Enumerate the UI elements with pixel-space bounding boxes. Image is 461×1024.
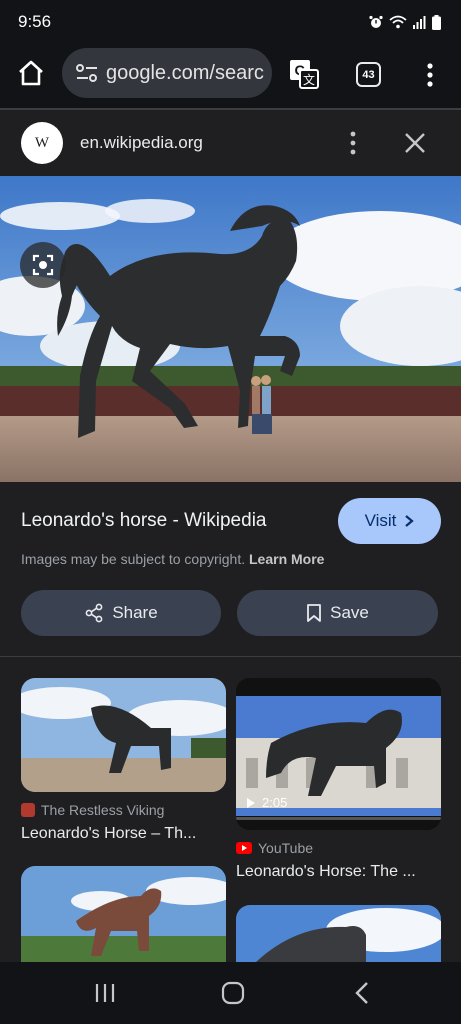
related-image-1[interactable] — [21, 678, 226, 792]
related-image-4[interactable] — [236, 905, 441, 962]
play-icon — [247, 797, 255, 808]
video-duration: 2:05 — [246, 795, 287, 810]
recent-apps-icon[interactable] — [92, 980, 118, 1006]
learn-more-link[interactable]: Learn More — [249, 551, 324, 567]
video-progress-bar — [236, 817, 441, 820]
video-duration-text: 2:05 — [262, 795, 288, 810]
share-label: Share — [112, 603, 158, 622]
signal-icon — [413, 15, 426, 29]
back-icon[interactable] — [350, 980, 376, 1006]
related-image-2[interactable]: 2:05 — [236, 678, 441, 830]
panel-more-icon[interactable] — [344, 130, 362, 156]
status-icons — [369, 14, 441, 30]
alarm-icon — [369, 15, 383, 28]
system-nav-bar — [0, 962, 461, 1024]
translate-icon[interactable]: G文 — [288, 58, 320, 90]
status-time: 9:56 — [18, 12, 52, 31]
save-label: Save — [330, 603, 369, 622]
related-source-2: YouTube — [236, 840, 313, 856]
related-source-name-1: The Restless Viking — [41, 802, 165, 818]
wikipedia-logo: W — [21, 122, 63, 164]
close-icon[interactable] — [403, 131, 427, 155]
result-title[interactable]: Leonardo's horse - Wikipedia — [21, 510, 266, 532]
site-name[interactable]: en.wikipedia.org — [80, 133, 203, 153]
related-title-1[interactable]: Leonardo's Horse – Th... — [21, 825, 226, 843]
youtube-icon — [236, 842, 252, 854]
lens-icon — [32, 254, 54, 276]
copyright-text: Images may be subject to copyright. — [21, 551, 246, 567]
battery-icon — [432, 14, 441, 30]
share-button[interactable]: Share — [21, 590, 221, 636]
panel-header: W en.wikipedia.org — [0, 110, 461, 176]
browser-toolbar: google.com/searc G文 43 — [0, 40, 461, 110]
chevron-right-icon — [405, 515, 415, 527]
bookmark-icon — [307, 604, 322, 622]
tab-switcher-button[interactable]: 43 — [356, 62, 381, 87]
section-divider — [0, 656, 461, 657]
hero-image[interactable] — [0, 176, 461, 482]
copyright-notice: Images may be subject to copyright. Lear… — [21, 551, 324, 567]
related-title-2[interactable]: Leonardo's Horse: The ... — [236, 863, 441, 881]
wifi-icon — [389, 15, 407, 29]
url-text: google.com/searc — [106, 61, 264, 84]
related-image-3[interactable] — [21, 866, 226, 962]
home-icon[interactable] — [16, 58, 46, 88]
viking-favicon-icon — [21, 803, 35, 817]
visit-label: Visit — [364, 511, 397, 530]
home-nav-icon[interactable] — [220, 980, 246, 1006]
save-button[interactable]: Save — [237, 590, 438, 636]
lens-button[interactable] — [20, 242, 66, 288]
related-source-name-2: YouTube — [258, 840, 314, 856]
share-icon — [85, 603, 103, 623]
svg-text:文: 文 — [303, 72, 315, 87]
page-info-icon[interactable] — [76, 64, 98, 82]
address-bar[interactable]: google.com/searc — [62, 48, 272, 98]
more-vert-icon[interactable] — [420, 60, 440, 90]
related-source-1: The Restless Viking — [21, 802, 164, 818]
visit-button[interactable]: Visit — [338, 498, 441, 544]
